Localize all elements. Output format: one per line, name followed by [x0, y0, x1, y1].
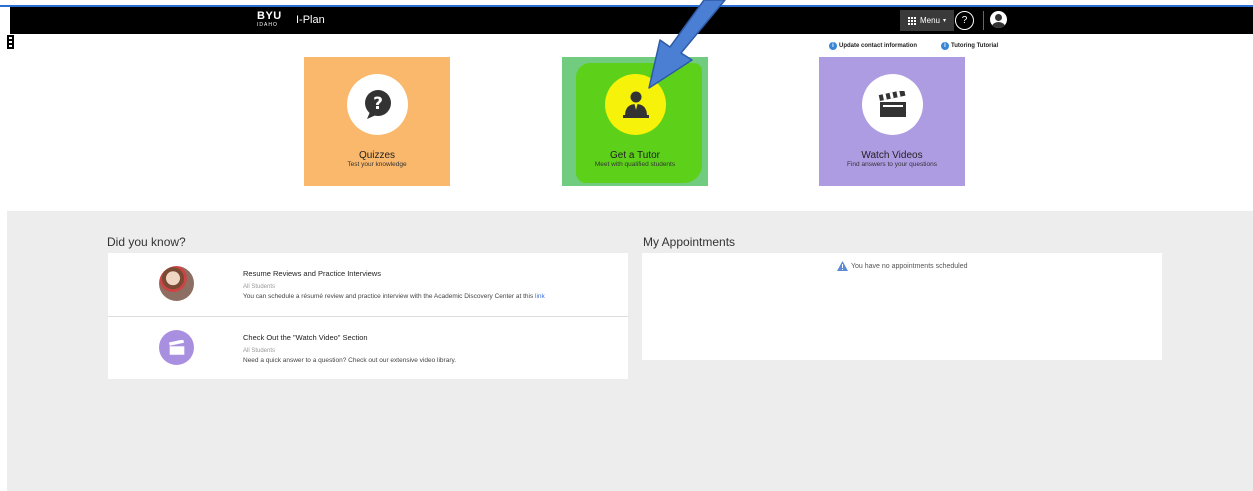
brand-subtext: IDAHO [257, 22, 278, 28]
watch-videos-subtitle: Find answers to your questions [847, 161, 937, 168]
help-button[interactable]: ? [955, 11, 974, 30]
resume-photo [159, 266, 194, 301]
info-icon: i [829, 42, 837, 50]
news-body-text: You can schedule a résumé review and pra… [243, 293, 534, 300]
question-bubble-icon: ? [364, 89, 391, 119]
clapperboard-icon [168, 339, 184, 355]
get-a-tutor-title: Get a Tutor [609, 150, 661, 161]
appointments-card: You have no appointments scheduled [642, 253, 1162, 360]
info-icon: i [941, 42, 950, 50]
warning-icon [837, 261, 848, 271]
quizzes-title: Quizzes [358, 150, 396, 161]
resume-link[interactable]: link [535, 293, 545, 300]
my-appointments-heading: My Appointments [643, 235, 736, 249]
update-contact-link[interactable]: i Update contact information [829, 42, 917, 50]
news-body: Need a quick answer to a question? Check… [243, 357, 457, 364]
did-you-know-heading: Did you know? [107, 235, 186, 249]
pointer-arrow-icon [648, 0, 726, 89]
caret-down-icon: ▾ [943, 18, 947, 24]
quicklinks: i Update contact information i Tutoring … [829, 42, 998, 50]
grid-icon [907, 16, 917, 25]
quizzes-tile[interactable]: ? Quizzes Test your knowledge [304, 57, 450, 186]
navbar-divider [983, 11, 984, 30]
menu-label: Menu [919, 16, 940, 25]
update-contact-label: Update contact information [839, 43, 918, 49]
quizzes-disc: ? [347, 74, 408, 135]
tutoring-tutorial-label: Tutoring Tutorial [951, 43, 999, 49]
help-glyph: ? [961, 15, 968, 26]
videos-disc [862, 74, 923, 135]
news-audience: All Students [243, 348, 276, 354]
byu-idaho-logo[interactable]: BYU IDAHO [257, 11, 282, 30]
news-audience: All Students [243, 284, 276, 290]
news-body: You can schedule a résumé review and pra… [243, 293, 545, 300]
news-title: Check Out the "Watch Video" Section [243, 333, 368, 342]
watch-videos-tile[interactable]: Watch Videos Find answers to your questi… [819, 57, 965, 186]
quizzes-subtitle: Test your knowledge [347, 161, 407, 168]
svg-text:?: ? [373, 94, 383, 114]
no-appointments-message: You have no appointments scheduled [837, 261, 968, 271]
did-you-know-card: Resume Reviews and Practice Interviews A… [108, 253, 628, 379]
get-a-tutor-subtitle: Meet with qualified students [594, 161, 676, 168]
user-avatar-icon[interactable] [990, 11, 1007, 28]
news-item[interactable]: Check Out the "Watch Video" Section All … [108, 316, 628, 379]
news-item[interactable]: Resume Reviews and Practice Interviews A… [108, 253, 628, 315]
clapperboard-icon [878, 90, 906, 117]
watch-videos-title: Watch Videos [861, 150, 923, 161]
app-title[interactable]: I-Plan [296, 14, 325, 26]
news-title: Resume Reviews and Practice Interviews [243, 269, 381, 278]
video-thumb [159, 330, 194, 365]
side-menu-handle[interactable] [7, 35, 14, 49]
menu-button[interactable]: Menu ▾ [900, 10, 954, 31]
no-appointments-text: You have no appointments scheduled [851, 262, 968, 270]
tutoring-tutorial-link[interactable]: i Tutoring Tutorial [941, 42, 998, 50]
